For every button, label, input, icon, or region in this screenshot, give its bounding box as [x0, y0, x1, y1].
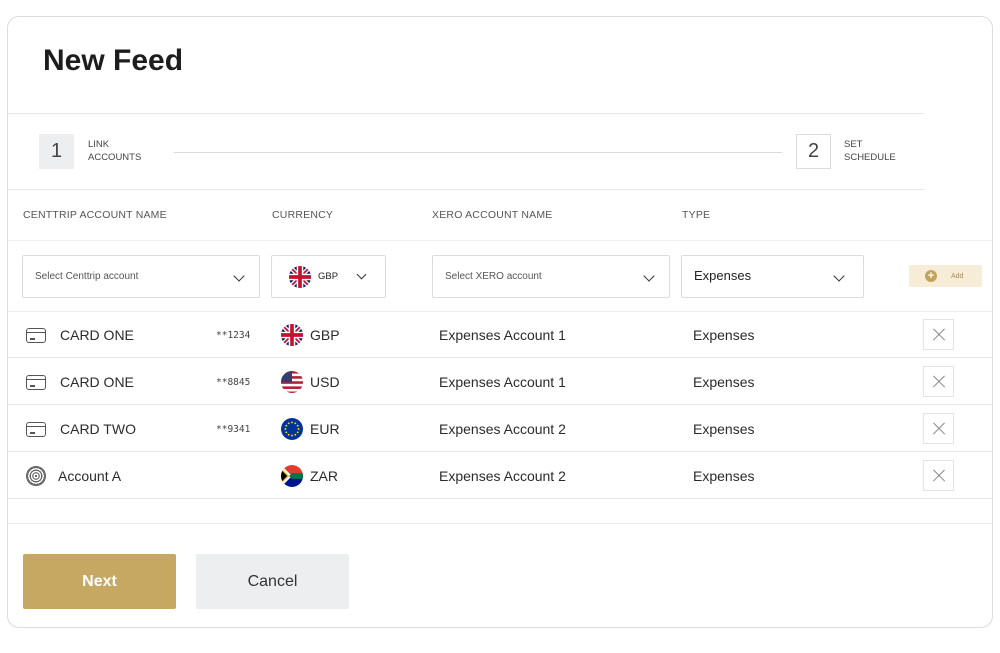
currency-code: USD: [310, 374, 340, 390]
divider: [8, 240, 992, 241]
table-row: CARD ONE **8845 USD Expenses Account 1 E…: [8, 359, 992, 405]
card-icon: [26, 421, 46, 437]
table-row: Account A ZAR Expenses Account 2 Expense…: [8, 453, 992, 499]
us-flag-icon: [281, 371, 303, 393]
account-name: CARD ONE: [60, 374, 134, 390]
chevron-down-icon: [233, 270, 245, 282]
account-type: Expenses: [693, 421, 755, 437]
chevron-down-icon: [643, 270, 655, 282]
cancel-button[interactable]: Cancel: [196, 554, 349, 609]
add-button-label: Add: [951, 272, 964, 280]
divider: [8, 113, 924, 114]
plus-circle-icon: +: [925, 270, 937, 282]
xero-account-select[interactable]: Select XERO account: [432, 255, 670, 298]
eu-flag-icon: [281, 418, 303, 440]
chevron-down-icon: [356, 269, 367, 280]
account-name: Account A: [58, 468, 122, 484]
column-header-xero: XERO ACCOUNT NAME: [432, 209, 553, 221]
masked-card-number: **8845: [216, 376, 251, 388]
account-type: Expenses: [693, 468, 755, 484]
new-feed-dialog: New Feed 1 LINK ACCOUNTS 2 SET SCHEDULE …: [7, 16, 993, 628]
currency-code: EUR: [310, 421, 340, 437]
centtrip-account-select[interactable]: Select Centtrip account: [22, 255, 260, 298]
currency-code: ZAR: [310, 468, 338, 484]
step-1-label: LINK ACCOUNTS: [88, 139, 142, 163]
next-button[interactable]: Next: [23, 554, 176, 609]
account-type: Expenses: [693, 327, 755, 343]
page-title: New Feed: [43, 44, 184, 77]
type-select[interactable]: Expenses: [681, 255, 864, 298]
currency-code: GBP: [310, 327, 340, 343]
remove-row-button[interactable]: [923, 319, 954, 350]
step-2-label: SET SCHEDULE: [844, 139, 896, 163]
table-row: CARD TWO **9341 EUR Expenses Account 2 E…: [8, 406, 992, 452]
step-1-number: 1: [39, 134, 74, 169]
account-type: Expenses: [693, 374, 755, 390]
stepper-line: [174, 152, 782, 153]
column-header-type: TYPE: [682, 209, 711, 221]
account-icon: [26, 466, 46, 486]
type-select-value: Expenses: [694, 268, 752, 283]
xero-account-name: Expenses Account 1: [439, 327, 566, 343]
card-icon: [26, 374, 46, 390]
divider: [8, 189, 924, 190]
chevron-down-icon: [833, 270, 845, 282]
remove-row-button[interactable]: [923, 460, 954, 491]
uk-flag-icon: [281, 324, 303, 346]
table-row: CARD ONE **1234 GBP Expenses Account 1 E…: [8, 312, 992, 358]
currency-select-value: GBP: [318, 271, 339, 282]
step-2-number: 2: [796, 134, 831, 169]
column-header-currency: CURRENCY: [272, 209, 334, 221]
xero-account-name: Expenses Account 2: [439, 468, 566, 484]
account-name: CARD ONE: [60, 327, 134, 343]
account-name: CARD TWO: [60, 421, 136, 437]
add-button[interactable]: + Add: [909, 265, 982, 287]
masked-card-number: **1234: [216, 329, 251, 341]
centtrip-account-placeholder: Select Centtrip account: [35, 271, 139, 282]
remove-row-button[interactable]: [923, 366, 954, 397]
remove-row-button[interactable]: [923, 413, 954, 444]
uk-flag-icon: [289, 265, 311, 288]
xero-account-placeholder: Select XERO account: [445, 271, 542, 282]
currency-select[interactable]: GBP: [271, 255, 386, 298]
column-header-account: CENTTRIP ACCOUNT NAME: [23, 209, 167, 221]
card-icon: [26, 327, 46, 343]
xero-account-name: Expenses Account 1: [439, 374, 566, 390]
masked-card-number: **9341: [216, 423, 251, 435]
xero-account-name: Expenses Account 2: [439, 421, 566, 437]
za-flag-icon: [281, 465, 303, 487]
divider: [8, 523, 992, 524]
